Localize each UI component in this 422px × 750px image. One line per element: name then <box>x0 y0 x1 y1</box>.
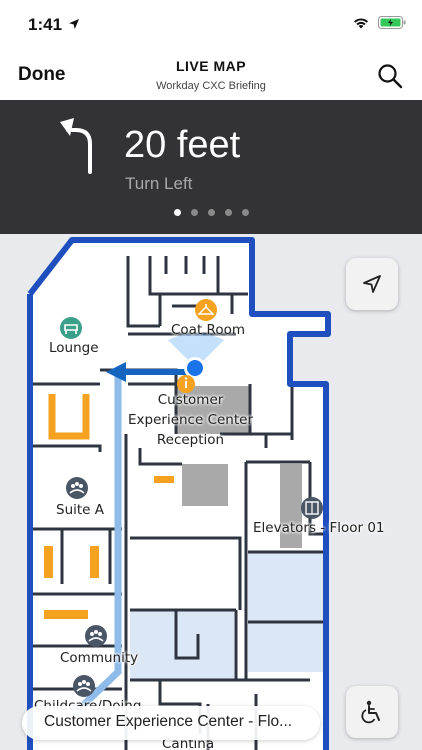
page-subtitle: Workday CXC Briefing <box>156 80 266 92</box>
wifi-icon <box>354 18 368 29</box>
desk <box>44 610 88 619</box>
page-dot[interactable] <box>173 209 181 216</box>
page-dot[interactable] <box>241 209 249 216</box>
status-bar: 1:41 <box>0 0 422 50</box>
search-icon[interactable] <box>376 62 404 90</box>
recenter-icon <box>363 275 381 293</box>
room-shaded <box>130 610 234 680</box>
map-label-elevators: Elevators - Floor 01 <box>253 520 385 536</box>
page-indicator[interactable] <box>0 209 422 216</box>
current-location-dot <box>187 360 203 376</box>
navigation-bar: Done LIVE MAP Workday CXC Briefing <box>0 50 422 100</box>
battery-icon <box>378 16 406 29</box>
floor-plan[interactable] <box>0 234 422 750</box>
lounge-chair-icon[interactable] <box>60 317 82 339</box>
instruction-text: Turn Left <box>125 174 193 193</box>
recenter-button[interactable] <box>346 258 398 310</box>
map-label-lounge: Lounge <box>49 340 99 356</box>
page-dot[interactable] <box>207 209 215 216</box>
coat-hanger-icon[interactable] <box>195 299 217 321</box>
room-shaded <box>248 552 324 672</box>
map-label-reception: Customer Experience Center Reception <box>128 392 254 448</box>
people-icon[interactable] <box>66 477 88 499</box>
accessibility-button[interactable] <box>346 686 398 738</box>
status-time: 1:41 <box>28 15 63 34</box>
page-dot[interactable] <box>190 209 198 216</box>
map-label-coat-room: Coat Room <box>171 322 245 338</box>
distance-text: 20 feet <box>124 124 241 166</box>
accessibility-icon <box>361 700 380 724</box>
desk <box>90 546 99 578</box>
page-dot[interactable] <box>224 209 232 216</box>
people-icon[interactable] <box>73 675 95 697</box>
status-icons <box>352 16 406 29</box>
floor-selector[interactable]: Customer Experience Center - Flo... <box>22 706 320 740</box>
core-block <box>182 464 228 506</box>
elevator-icon[interactable] <box>301 497 323 519</box>
desk <box>154 476 174 483</box>
turn-left-icon <box>60 118 92 174</box>
page-title: LIVE MAP <box>175 58 247 74</box>
floor-map[interactable]: Coat Room Lounge Customer Experience Cen… <box>0 234 422 750</box>
direction-panel[interactable]: 20 feet Turn Left <box>0 100 422 234</box>
map-label-community: Community <box>60 650 139 666</box>
desk <box>44 546 53 578</box>
people-icon[interactable] <box>85 625 107 647</box>
map-label-suite-a: Suite A <box>56 502 105 518</box>
location-arrow-icon <box>69 19 79 29</box>
